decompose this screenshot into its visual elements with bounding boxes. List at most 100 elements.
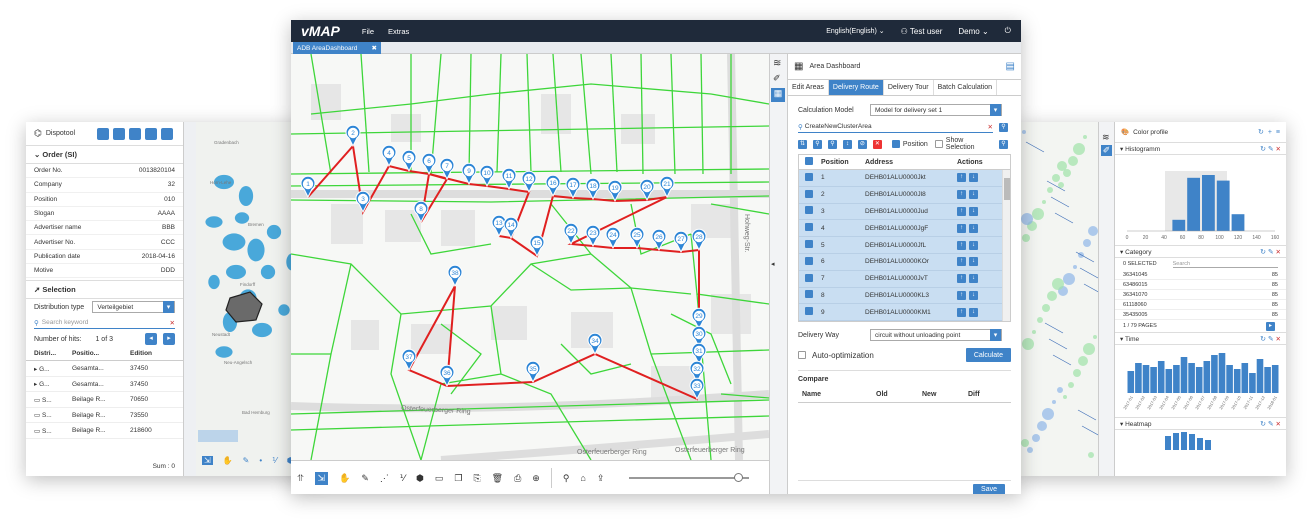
paint-icon[interactable]: ✐: [1101, 145, 1112, 156]
pan-icon[interactable]: ✋: [223, 456, 233, 465]
route-marker[interactable]: 6: [421, 152, 437, 176]
measure-icon[interactable]: ⅟: [400, 473, 405, 484]
table-row[interactable]: 8 DEHB01ALU0000KL3 ↑ ↓: [799, 287, 1010, 305]
move-down-button[interactable]: ↓: [969, 257, 978, 267]
save-button[interactable]: Save: [973, 484, 1005, 494]
zoom-slider[interactable]: [629, 473, 750, 482]
copy-icon[interactable]: ❐: [454, 473, 462, 484]
select-icon[interactable]: ⇲: [202, 456, 213, 465]
demo-select[interactable]: Demo ⌄: [958, 27, 988, 36]
row-checkbox[interactable]: [805, 256, 813, 265]
district-shape[interactable]: [215, 346, 233, 358]
move-down-button[interactable]: ↓: [969, 274, 978, 284]
table-scrollbar-thumb[interactable]: [1004, 178, 1010, 200]
col-position[interactable]: Position: [821, 159, 865, 166]
row-checkbox[interactable]: [805, 223, 813, 232]
row-checkbox[interactable]: [805, 290, 813, 299]
district-shape[interactable]: [278, 304, 290, 316]
district-shape[interactable]: [260, 264, 276, 280]
power-icon[interactable]: ⏻: [1005, 26, 1011, 36]
route-marker[interactable]: 38: [447, 264, 463, 288]
menu-file[interactable]: File: [362, 27, 374, 36]
home-icon[interactable]: ⌂: [580, 473, 585, 483]
polygon-icon[interactable]: ⬢: [416, 473, 424, 484]
row-checkbox[interactable]: [805, 240, 813, 249]
route-marker[interactable]: 9: [461, 162, 477, 186]
refresh-icon[interactable]: ↻: [1260, 146, 1266, 153]
close-icon[interactable]: ✕: [1276, 249, 1281, 256]
refresh-icon[interactable]: ↻: [1260, 336, 1266, 343]
district-shape[interactable]: [247, 238, 265, 262]
user-menu[interactable]: ⚇ Test user: [901, 27, 943, 36]
category-search-input[interactable]: Search: [1172, 261, 1278, 268]
table-row[interactable]: ▸ G... Gesamta... 37450: [26, 361, 183, 377]
area-icon[interactable]: ▦: [771, 88, 785, 102]
list-item[interactable]: 63486015 85: [1115, 280, 1286, 290]
table-row[interactable]: ▸ G... Gesamta... 37450: [26, 377, 183, 393]
table-row[interactable]: ▭ S... Beilage R... 73550: [26, 408, 183, 424]
layers-icon[interactable]: ≋: [1102, 132, 1111, 143]
layers-icon[interactable]: ≋: [773, 58, 784, 69]
heatmap-header[interactable]: ▾ Heatmap ↻ ✎ ✕: [1115, 417, 1286, 430]
table-row[interactable]: 4 DEHB01ALU0000JgF ↑ ↓: [799, 220, 1010, 238]
refresh-icon[interactable]: ↻: [1260, 249, 1266, 256]
row-checkbox[interactable]: [805, 206, 813, 215]
route-marker[interactable]: 14: [503, 216, 519, 240]
add-icon[interactable]: +: [1268, 129, 1272, 136]
district-shape[interactable]: [266, 224, 282, 240]
tool-button-4[interactable]: [145, 127, 158, 140]
edit-icon[interactable]: ✎: [1268, 146, 1274, 153]
zoom-selection-button[interactable]: ⚲: [998, 139, 1008, 149]
route-marker[interactable]: 2: [345, 124, 361, 148]
table-row[interactable]: 3 DEHB01ALU0000Jud ↑ ↓: [799, 203, 1010, 221]
table-row[interactable]: 7 DEHB01ALU0000JvT ↑ ↓: [799, 270, 1010, 288]
close-icon[interactable]: ✕: [1276, 336, 1281, 343]
route-tool-5[interactable]: ⊘: [857, 139, 867, 149]
move-down-button[interactable]: ↓: [969, 307, 978, 317]
move-up-button[interactable]: ↑: [957, 240, 966, 250]
route-marker[interactable]: 5: [401, 149, 417, 173]
row-checkbox[interactable]: [805, 307, 813, 316]
refresh-icon[interactable]: ↻: [1258, 128, 1264, 136]
tab-delivery-tour[interactable]: Delivery Tour: [884, 80, 934, 95]
move-up-button[interactable]: ↑: [957, 190, 966, 200]
route-marker[interactable]: 25: [629, 226, 645, 250]
cluster-search-input[interactable]: ⚲ CreateNewClusterArea ✕: [798, 121, 993, 133]
move-up-button[interactable]: ↑: [957, 257, 966, 267]
table-row[interactable]: ▭ S... Beilage R... 70650: [26, 392, 183, 408]
grid-col-edition[interactable]: Edition: [130, 350, 152, 357]
row-checkbox[interactable]: [805, 189, 813, 198]
route-marker[interactable]: 4: [381, 144, 397, 168]
move-up-button[interactable]: ↑: [957, 307, 966, 317]
dashboard-settings-icon[interactable]: ▤: [1006, 61, 1015, 72]
route-marker[interactable]: 28: [691, 228, 707, 252]
route-marker[interactable]: 37: [401, 348, 417, 372]
distribution-select[interactable]: Verteilgebiet ▾: [92, 301, 175, 314]
tab-edit-areas[interactable]: Edit Areas: [788, 80, 829, 95]
edit-icon[interactable]: ✎: [1268, 336, 1274, 343]
move-up-button[interactable]: ↑: [957, 274, 966, 284]
category-header[interactable]: ▾ Category ↻ ✎ ✕: [1115, 245, 1286, 258]
row-checkbox[interactable]: [805, 172, 813, 181]
pan-icon[interactable]: ✋: [339, 473, 350, 484]
route-marker[interactable]: 10: [479, 164, 495, 188]
close-icon[interactable]: ✖: [372, 44, 377, 52]
point-icon[interactable]: •: [259, 456, 262, 465]
measure-icon[interactable]: ⅟: [272, 456, 277, 465]
ruler-icon[interactable]: ▭: [435, 473, 444, 484]
zoom-area-icon[interactable]: ⊕: [532, 473, 540, 484]
table-row[interactable]: ▭ S... Beilage R... 218600: [26, 423, 183, 439]
close-icon[interactable]: ✕: [1276, 421, 1281, 428]
route-marker[interactable]: 26: [651, 228, 667, 252]
grid-col-distri[interactable]: Distri...: [34, 350, 72, 357]
route-marker[interactable]: 27: [673, 230, 689, 254]
edit-icon[interactable]: ✎: [1268, 421, 1274, 428]
refresh-icon[interactable]: ↻: [1260, 421, 1266, 428]
list-item[interactable]: 36341045 85: [1115, 270, 1286, 280]
move-up-button[interactable]: ↑: [957, 206, 966, 216]
table-row[interactable]: 1 DEHB01ALU0000Jkt ↑ ↓: [799, 170, 1010, 187]
grid-col-position[interactable]: Positio...: [72, 350, 130, 357]
route-marker[interactable]: 23: [585, 224, 601, 248]
route-marker[interactable]: 7: [439, 157, 455, 181]
point-icon[interactable]: ⋰: [380, 473, 389, 484]
